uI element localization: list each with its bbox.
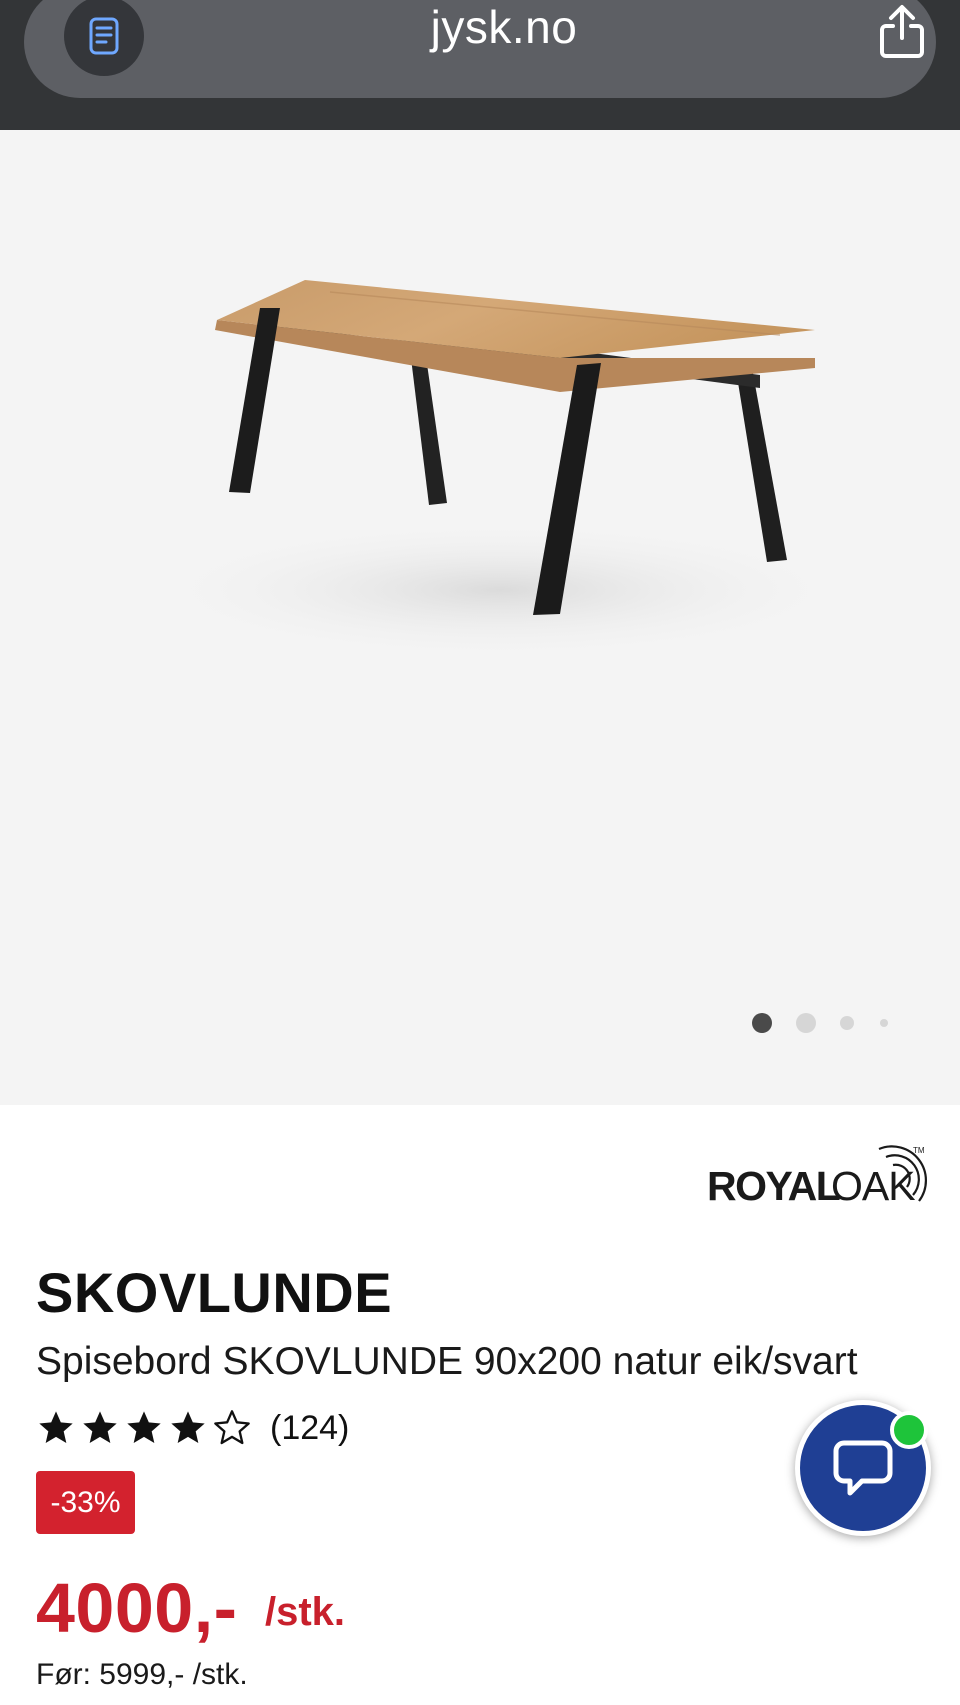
star-filled-icon [127, 1411, 161, 1443]
pagination-dot[interactable] [880, 1019, 888, 1027]
svg-text:TM: TM [913, 1146, 925, 1155]
star-filled-icon [171, 1411, 205, 1443]
star-filled-icon [39, 1411, 73, 1443]
brand-logo[interactable]: ROYAL OAK TM [705, 1143, 930, 1209]
current-price: 4000,- [36, 1569, 238, 1647]
url-text[interactable]: jysk.no [24, 0, 960, 54]
share-icon [880, 5, 924, 58]
price-unit: /stk. [265, 1590, 346, 1634]
product-rating[interactable]: (124) [36, 1404, 349, 1452]
pagination-dot[interactable] [796, 1013, 816, 1033]
product-image-gallery[interactable] [0, 130, 960, 1105]
product-description: Spisebord SKOVLUNDE 90x200 natur eik/sva… [36, 1340, 858, 1383]
star-empty-icon [214, 1410, 250, 1445]
svg-text:ROYAL: ROYAL [707, 1163, 840, 1207]
review-count[interactable]: (124) [270, 1409, 349, 1448]
chat-bubble-icon [833, 1440, 893, 1496]
svg-text:OAK: OAK [831, 1163, 915, 1207]
online-status-indicator [890, 1411, 928, 1449]
previous-price: Før: 5999,- /stk. [36, 1658, 248, 1691]
product-title: SKOVLUNDE [36, 1261, 393, 1324]
pagination-dot-active[interactable] [752, 1013, 772, 1033]
gallery-pagination[interactable] [0, 1010, 960, 1040]
star-filled-icon [83, 1411, 117, 1443]
address-bar[interactable]: jysk.no [24, 0, 936, 98]
discount-badge: -33% [36, 1471, 135, 1534]
product-image [140, 280, 860, 660]
pagination-dot[interactable] [840, 1016, 854, 1030]
share-button[interactable] [876, 2, 928, 62]
browser-toolbar: jysk.no [0, 0, 960, 130]
